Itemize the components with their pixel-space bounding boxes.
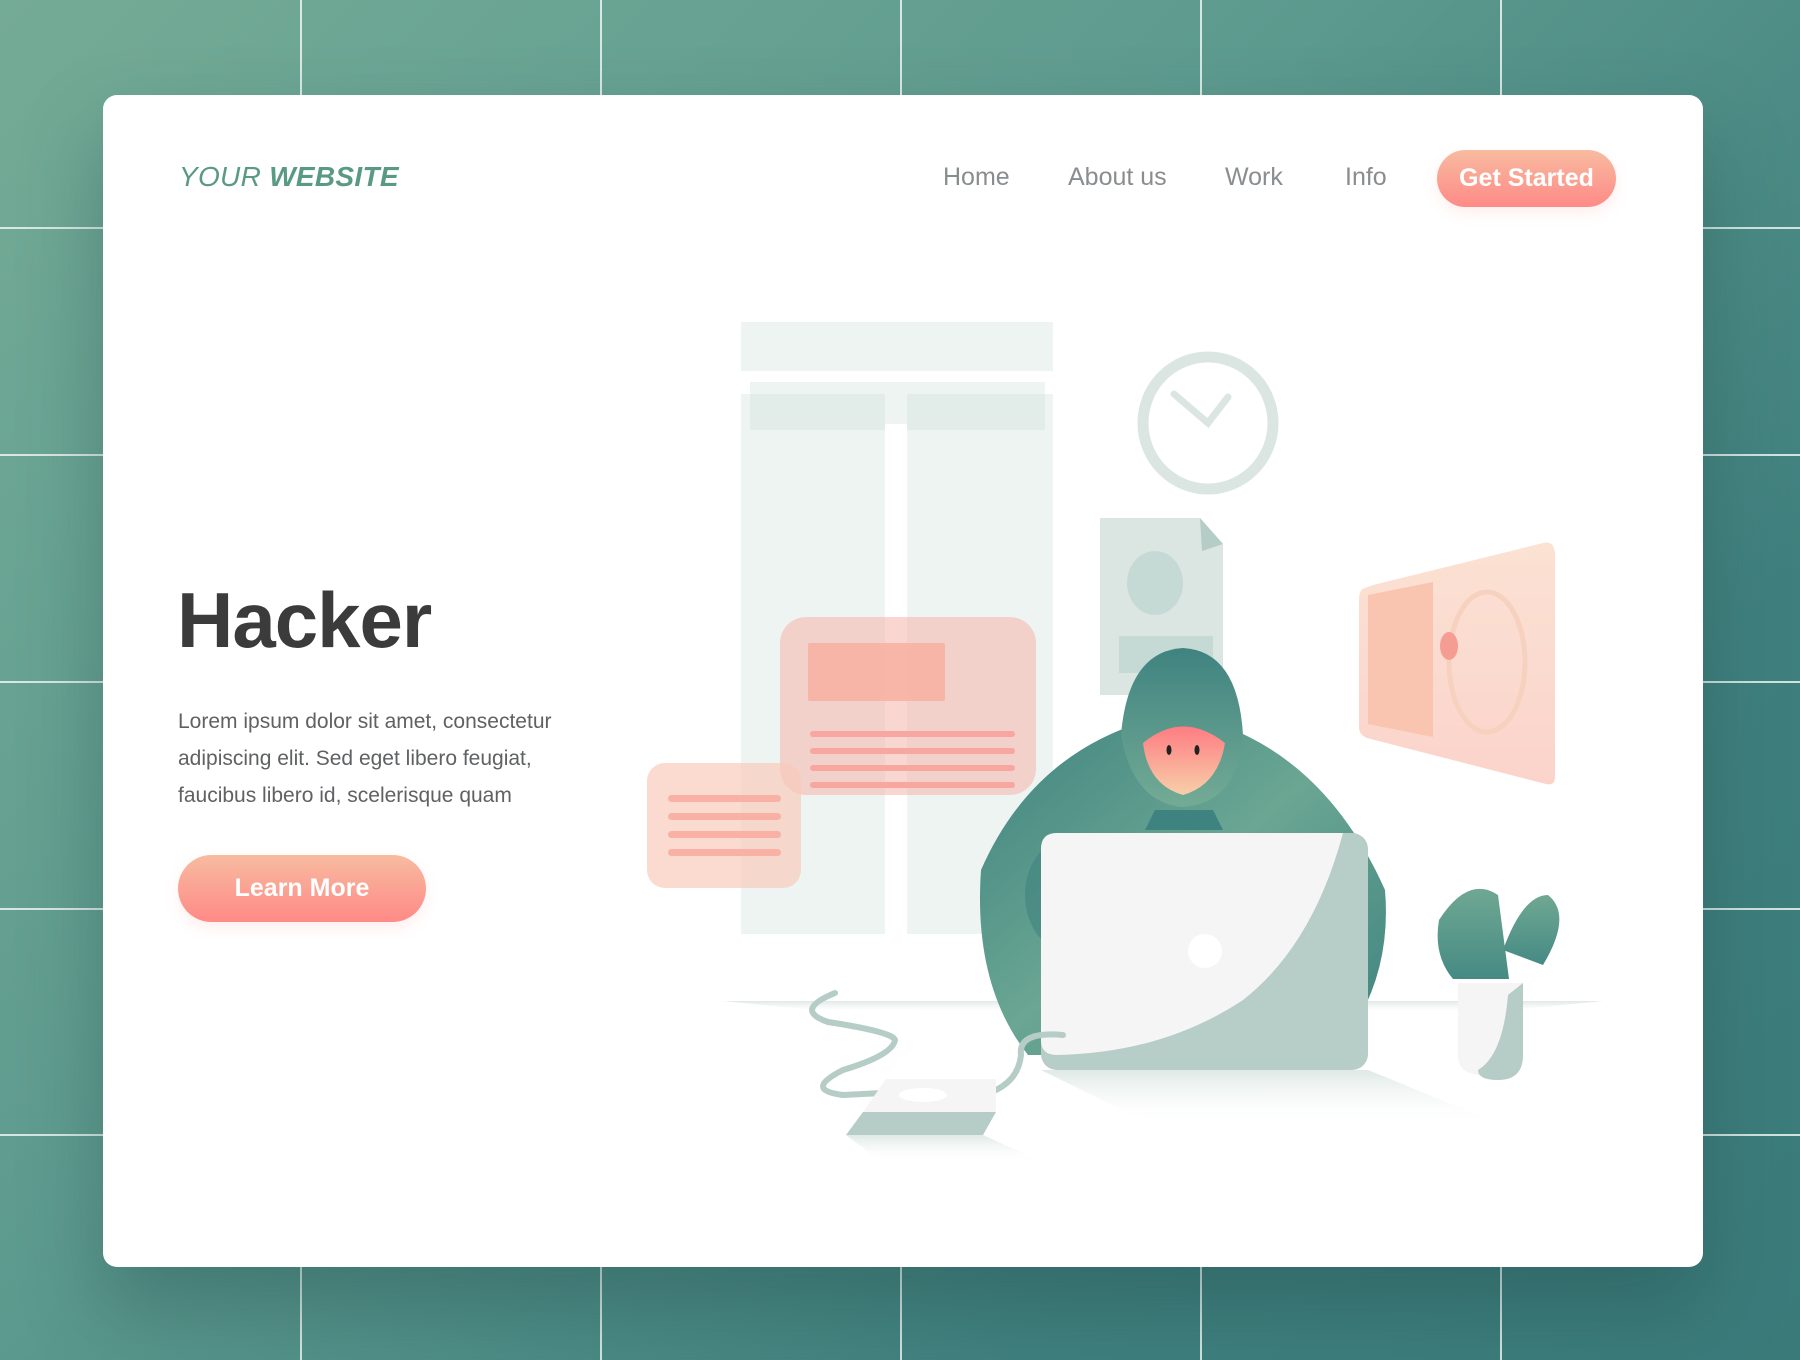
chat-card bbox=[780, 617, 1036, 795]
text-card bbox=[647, 763, 801, 888]
hacker-illustration bbox=[647, 322, 1603, 1163]
clock-icon bbox=[1137, 351, 1279, 495]
landing-page-card: YOUR WEBSITE Home About us Work Info Get… bbox=[103, 95, 1703, 1267]
safe-icon bbox=[1359, 542, 1555, 785]
laptop-icon bbox=[1041, 833, 1503, 1125]
cactus-plant-icon bbox=[1437, 888, 1560, 1080]
